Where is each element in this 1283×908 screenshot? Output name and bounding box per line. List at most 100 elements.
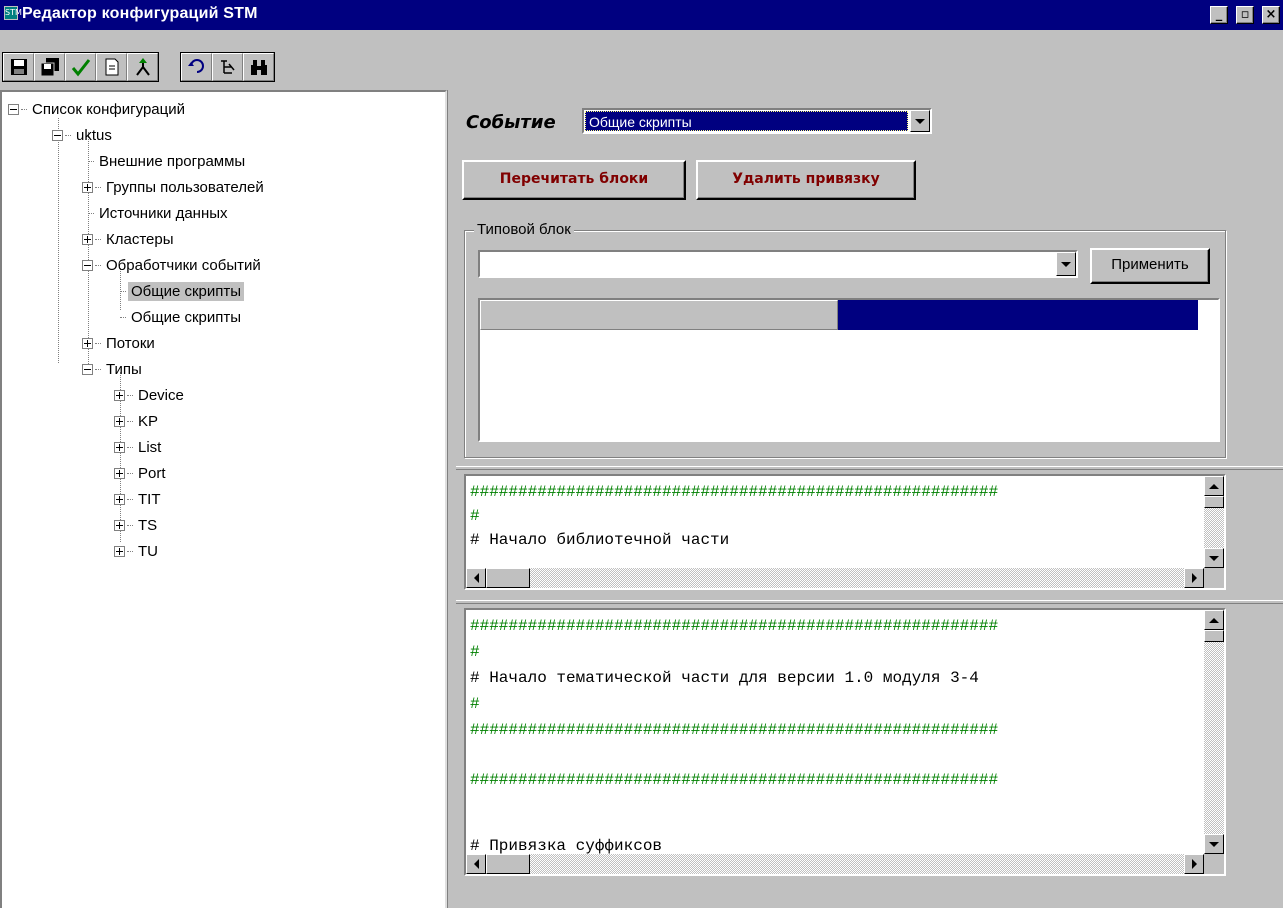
scroll-right-button[interactable] (1184, 568, 1204, 588)
expand-icon[interactable] (114, 467, 125, 479)
tree-connector (127, 498, 133, 500)
chevron-down-icon (915, 118, 925, 124)
tree-connector (127, 524, 133, 526)
remove-binding-button[interactable]: Удалить привязку (696, 160, 916, 200)
expand-icon[interactable] (114, 545, 125, 557)
find-button[interactable] (243, 53, 274, 81)
tree-type-list[interactable]: List (114, 436, 164, 458)
expand-icon[interactable] (114, 441, 125, 453)
tree-item-event-handlers[interactable]: Обработчики событий (82, 254, 264, 276)
vertical-scrollbar[interactable] (1204, 476, 1224, 568)
event-select-arrow[interactable] (910, 110, 930, 132)
event-select[interactable]: Общие скрипты (582, 108, 932, 134)
tree-type-device[interactable]: Device (114, 384, 187, 406)
tree-item-common-scripts[interactable]: Общие скрипты (120, 306, 244, 328)
collapse-icon[interactable] (52, 129, 63, 141)
thematic-script-editor[interactable]: ########################################… (464, 608, 1226, 876)
tree-connector (65, 134, 71, 136)
expand-icon[interactable] (82, 181, 93, 193)
expand-icon[interactable] (114, 493, 125, 505)
scroll-down-button[interactable] (1204, 834, 1224, 854)
collapse-icon[interactable] (82, 363, 93, 375)
tree-type-port[interactable]: Port (114, 462, 169, 484)
scroll-thumb[interactable] (1204, 496, 1224, 508)
tree-connector (95, 264, 101, 266)
typical-block-select[interactable] (478, 250, 1078, 278)
scroll-up-button[interactable] (1204, 610, 1224, 630)
expand-icon[interactable] (114, 389, 125, 401)
splitter-bottom[interactable] (456, 600, 1283, 604)
expand-icon[interactable] (114, 519, 125, 531)
arrow-up-icon (1209, 483, 1219, 489)
splitter-top[interactable] (456, 466, 1283, 470)
tree-item-user-groups[interactable]: Группы пользователей (82, 176, 267, 198)
tree-item-external-programs[interactable]: Внешние программы (88, 150, 248, 172)
tree-type-tit[interactable]: TIT (114, 488, 164, 510)
code-line: ########################################… (470, 617, 999, 635)
maximize-button[interactable]: ▫ (1236, 6, 1254, 24)
tree-item-data-sources[interactable]: Источники данных (88, 202, 231, 224)
typical-block-arrow[interactable] (1056, 252, 1076, 276)
tree-connector (127, 472, 133, 474)
tree-connector (127, 446, 133, 448)
event-select-value: Общие скрипты (585, 111, 908, 131)
tree-item-label: Общие скрипты (131, 308, 242, 326)
arrow-up-icon (1209, 617, 1219, 623)
toolbar-group-edit (180, 52, 275, 82)
tree-type-label: TS (138, 516, 158, 534)
arrow-right-icon (1191, 859, 1197, 869)
list-column-header[interactable] (480, 300, 838, 330)
check-button[interactable] (65, 53, 96, 81)
tree-button[interactable] (212, 53, 243, 81)
save-all-button[interactable] (34, 53, 65, 81)
typical-block-list[interactable] (478, 298, 1220, 442)
branch-button[interactable] (127, 53, 158, 81)
tree-connector (88, 212, 94, 214)
scroll-left-button[interactable] (466, 568, 486, 588)
document-icon (105, 58, 118, 76)
tree-item-streams[interactable]: Потоки (82, 332, 158, 354)
tree-type-ts[interactable]: TS (114, 514, 160, 536)
expand-icon[interactable] (82, 337, 93, 349)
list-column-header-selected[interactable] (838, 300, 1198, 330)
scroll-down-button[interactable] (1204, 548, 1224, 568)
library-script-editor[interactable]: ########################################… (464, 474, 1226, 590)
toolbar (0, 30, 1283, 90)
close-button[interactable]: × (1262, 6, 1280, 24)
collapse-icon[interactable] (82, 259, 93, 271)
tree-root[interactable]: Список конфигураций (8, 98, 188, 120)
scroll-up-button[interactable] (1204, 476, 1224, 496)
apply-button[interactable]: Применить (1090, 248, 1210, 284)
scroll-thumb[interactable] (486, 568, 530, 588)
scroll-right-button[interactable] (1184, 854, 1204, 874)
chevron-down-icon (1061, 261, 1071, 267)
save-button[interactable] (3, 53, 34, 81)
tree-config-uktus[interactable]: uktus (52, 124, 115, 146)
minimize-button[interactable]: _ (1210, 6, 1228, 24)
horizontal-scrollbar[interactable] (466, 854, 1204, 874)
title-bar[interactable]: STM Редактор конфигураций STM _ ▫ × (0, 0, 1283, 30)
tree-item-clusters[interactable]: Кластеры (82, 228, 177, 250)
code-line: # (470, 695, 480, 713)
arrow-down-icon (1209, 555, 1219, 561)
tree-type-tu[interactable]: TU (114, 540, 161, 562)
expand-icon[interactable] (82, 233, 93, 245)
check-icon (71, 59, 90, 77)
vertical-scrollbar[interactable] (1204, 610, 1224, 854)
reread-blocks-button[interactable]: Перечитать блоки (462, 160, 686, 200)
tree-connector (95, 186, 101, 188)
undo-button[interactable] (181, 53, 212, 81)
scroll-thumb[interactable] (1204, 630, 1224, 642)
config-tree[interactable]: Список конфигураций uktus Внешние програ… (0, 90, 447, 908)
collapse-icon[interactable] (8, 103, 19, 115)
tree-item-common-scripts-selected[interactable]: Общие скрипты (120, 280, 245, 302)
tree-type-kp[interactable]: KP (114, 410, 161, 432)
scroll-left-button[interactable] (466, 854, 486, 874)
undo-icon (187, 59, 204, 73)
code-line: ########################################… (470, 721, 999, 739)
expand-icon[interactable] (114, 415, 125, 427)
tree-item-types[interactable]: Типы (82, 358, 145, 380)
horizontal-scrollbar[interactable] (466, 568, 1204, 588)
document-button[interactable] (96, 53, 127, 81)
scroll-thumb[interactable] (486, 854, 530, 874)
